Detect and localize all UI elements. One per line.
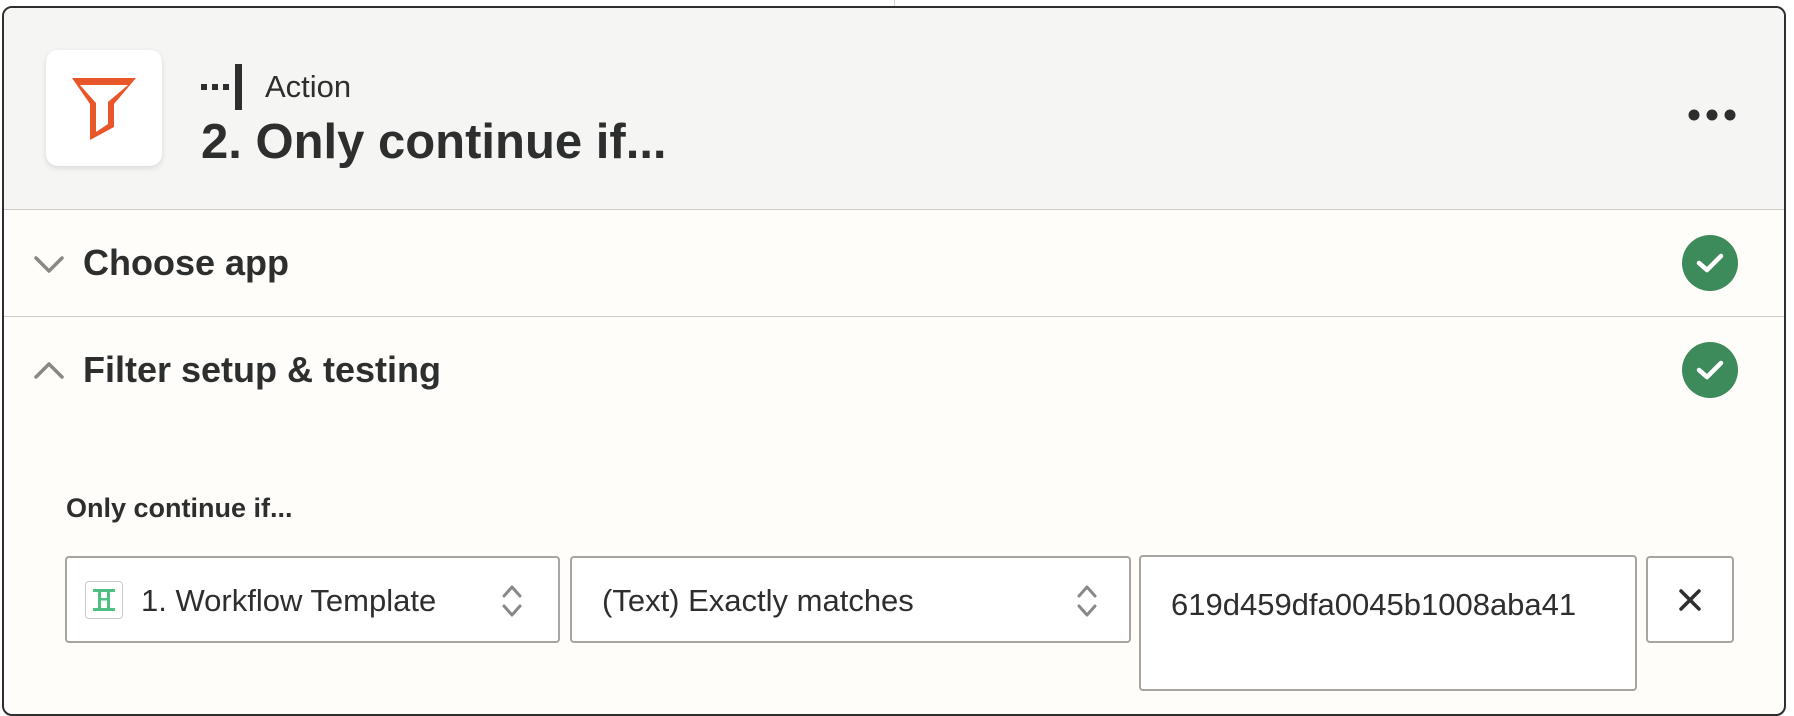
- step-header: Action 2. Only continue if...: [4, 8, 1784, 210]
- chevron-up-icon: [34, 362, 64, 379]
- filter-setup-complete-badge: [1682, 342, 1738, 398]
- step-card: Action 2. Only continue if... Choose app: [2, 6, 1786, 716]
- chevron-down-icon: [34, 256, 64, 273]
- compare-value-text: 619d459dfa0045b1008aba41: [1171, 587, 1577, 622]
- workflow-template-icon: [85, 581, 123, 619]
- checkmark-icon: [1696, 360, 1724, 380]
- step-title[interactable]: 2. Only continue if...: [201, 114, 667, 170]
- step-type-label: Action: [265, 69, 352, 104]
- choose-app-title: Choose app: [83, 242, 290, 283]
- action-step-icon: [201, 64, 245, 110]
- filter-rule-label: Only continue if...: [66, 493, 293, 523]
- section-choose-app: Choose app: [4, 210, 1784, 317]
- source-field-select[interactable]: 1. Workflow Template: [65, 556, 560, 643]
- checkmark-icon: [1696, 253, 1724, 273]
- select-arrows-icon: [1077, 585, 1097, 617]
- more-horizontal-icon: [1688, 109, 1736, 121]
- step-type: Action: [201, 64, 351, 110]
- filter-app-icon: [46, 50, 162, 166]
- choose-app-complete-badge: [1682, 235, 1738, 291]
- source-field-value: 1. Workflow Template: [141, 583, 437, 618]
- choose-app-toggle[interactable]: Choose app: [4, 210, 1784, 317]
- operator-select[interactable]: (Text) Exactly matches: [570, 556, 1131, 643]
- filter-setup-toggle[interactable]: Filter setup & testing: [4, 317, 1784, 424]
- operator-value: (Text) Exactly matches: [602, 583, 914, 618]
- remove-rule-button[interactable]: [1646, 556, 1734, 643]
- more-options-button[interactable]: [1676, 90, 1748, 140]
- close-icon: [1679, 588, 1701, 611]
- filter-setup-title: Filter setup & testing: [83, 349, 442, 390]
- compare-value-input[interactable]: 619d459dfa0045b1008aba41: [1139, 555, 1637, 691]
- section-filter-setup: Filter setup & testing Only continue if.…: [4, 317, 1784, 714]
- filter-funnel-icon: [72, 78, 136, 140]
- select-arrows-icon: [502, 585, 522, 617]
